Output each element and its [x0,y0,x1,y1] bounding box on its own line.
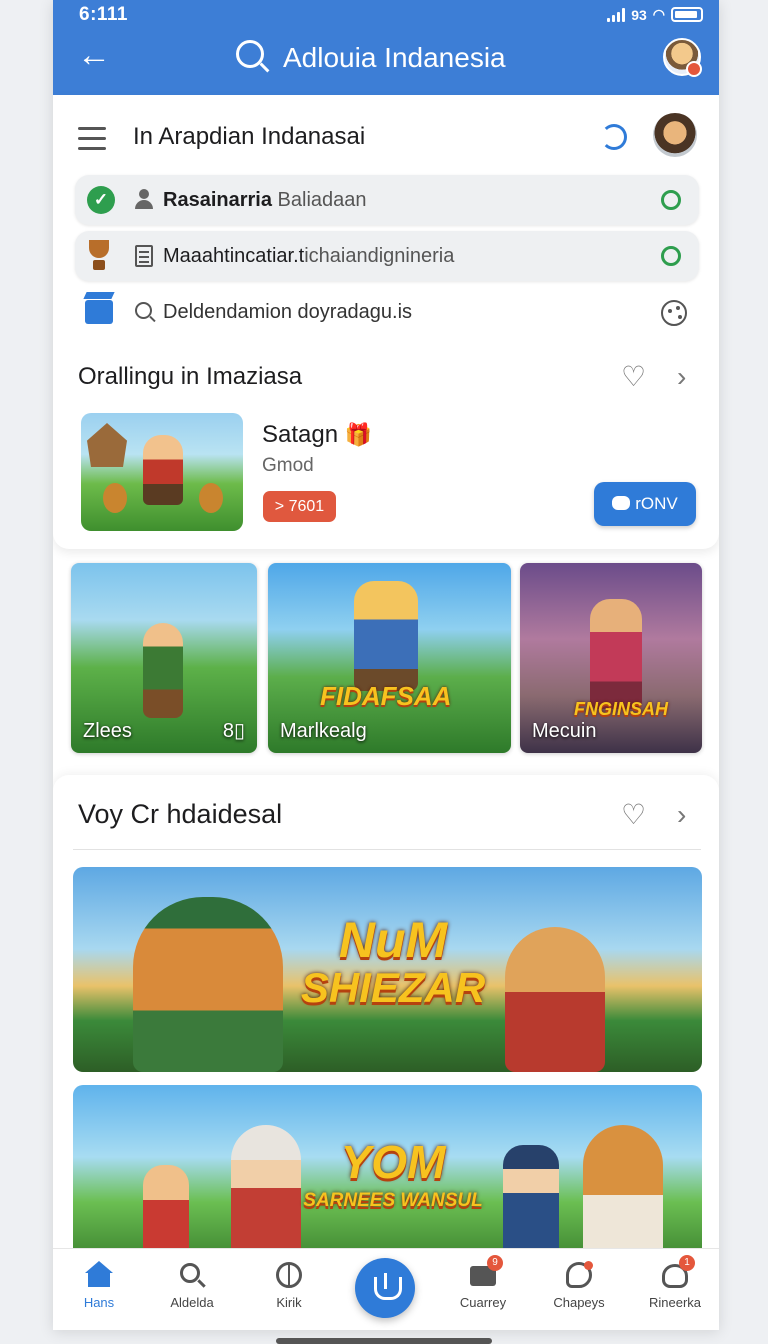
gamepad-icon [612,496,631,510]
card-icon: 9 [469,1255,503,1289]
heart-icon[interactable]: ♡ [621,363,646,391]
featured-banner-2[interactable]: YOM SARNEES WANSUL [73,1085,702,1265]
chevron-right-icon[interactable]: › [677,801,686,829]
profile-avatar[interactable] [653,113,697,157]
check-icon: ✓ [87,186,115,214]
palette-icon[interactable] [661,300,687,326]
featured-banner-1[interactable]: NuM SHIEZAR [73,867,702,1072]
radio-button[interactable] [661,190,681,210]
top-card: In Arapdian Indanasai ✓ Rasainarria Bali… [53,95,719,549]
nav-item-rineerka[interactable]: 1 Rineerka [635,1255,715,1310]
count-badge: > 7601 [263,491,336,522]
profile-icon: 1 [661,1255,695,1289]
tile-banner-text: FIDAFSAA [320,681,452,711]
list-item-maaahtincatiar[interactable]: Maaahtincatiar.tichaiandignineria [75,231,699,281]
app-bar-title: Adlouia Indanesia [283,42,506,73]
banner-title: NuM SHIEZAR [300,912,486,1011]
nav-item-kirik[interactable]: Kirik [249,1261,329,1310]
sync-icon[interactable] [601,124,627,150]
list-item-rasainarria[interactable]: ✓ Rasainarria Baliadaan [75,175,699,225]
game-tile-marlkealg[interactable]: FIDAFSAA Marlkealg [268,563,511,753]
tile-banner-text: FNGINSAH [574,699,668,719]
search-row[interactable]: Deldendamion doyradagu.is [75,292,699,336]
globe-icon [275,1261,303,1289]
bottom-navigation: Hans Aldelda Kirik 9 Cuarrey Chapeys 1 R… [53,1248,719,1330]
trophy-icon [87,240,111,272]
list-item-label: Rasainarria Baliadaan [163,189,367,211]
heart-icon[interactable]: ♡ [621,801,646,829]
game-subtitle: Gmod [262,455,314,476]
status-time: 6:111 [79,4,128,25]
notification-badge: 1 [679,1255,695,1271]
clapperboard-icon [85,300,113,324]
game-tile-zlees[interactable]: Zlees 8▯ [71,563,257,753]
tile-caption: Mecuin [532,720,597,742]
nav-item-chapeys[interactable]: Chapeys [539,1261,619,1310]
featured-card: Voy Cr hdaidesal ♡ › NuM SHIEZAR YOM SAR… [53,775,719,1330]
menu-icon[interactable] [78,127,106,157]
home-indicator[interactable] [276,1338,492,1344]
wifi-icon: ◠ [652,6,665,22]
game-thumbnail[interactable] [81,413,243,531]
nav-item-search[interactable]: Aldelda [152,1261,232,1310]
back-arrow-icon[interactable]: ← [77,38,111,72]
phone-screen: 6:111 93 ◠ ← Adlouia Indanesia In Arapdi… [53,0,719,1330]
chevron-right-icon[interactable]: › [677,363,686,391]
search-row-text: Deldendamion doyradagu.is [163,301,413,323]
search-icon[interactable] [236,40,264,68]
radio-button[interactable] [661,246,681,266]
search-icon [178,1261,206,1289]
home-icon [85,1261,113,1289]
search-icon [135,302,152,319]
banner-title: YOM SARNEES WANSUL [303,1136,483,1211]
tile-count: 8▯ [222,720,245,742]
tile-caption: Zlees [83,720,132,742]
gift-icon: 🎁 [344,422,373,447]
network-label: 93 [631,6,647,23]
nav-item-cuarrey[interactable]: 9 Cuarrey [443,1255,523,1310]
document-icon [135,245,153,267]
center-action-button[interactable] [355,1258,415,1318]
card-title: In Arapdian Indanasai [133,123,366,150]
signal-icon [607,7,626,22]
game-title: Satagn 🎁 [262,421,373,448]
status-icons: 93 ◠ [607,6,703,23]
chat-icon [565,1261,593,1289]
section-title: Voy Cr hdaidesal [78,799,283,829]
battery-icon [671,7,703,22]
tile-caption: Marlkealg [280,720,367,742]
game-tile-mecuin[interactable]: FNGINSAH Mecuin [520,563,702,753]
section-title: Orallingu in Imaziasa [78,363,303,390]
notification-badge: 9 [487,1255,503,1271]
nav-item-home[interactable]: Hans [59,1261,139,1310]
list-item-label: Maaahtincatiar.tichaiandignineria [163,245,455,267]
person-icon [135,189,153,209]
user-avatar[interactable] [663,38,702,77]
divider [73,849,701,850]
play-button[interactable]: rONV [594,482,696,526]
app-bar: 6:111 93 ◠ ← Adlouia Indanesia [53,0,719,95]
